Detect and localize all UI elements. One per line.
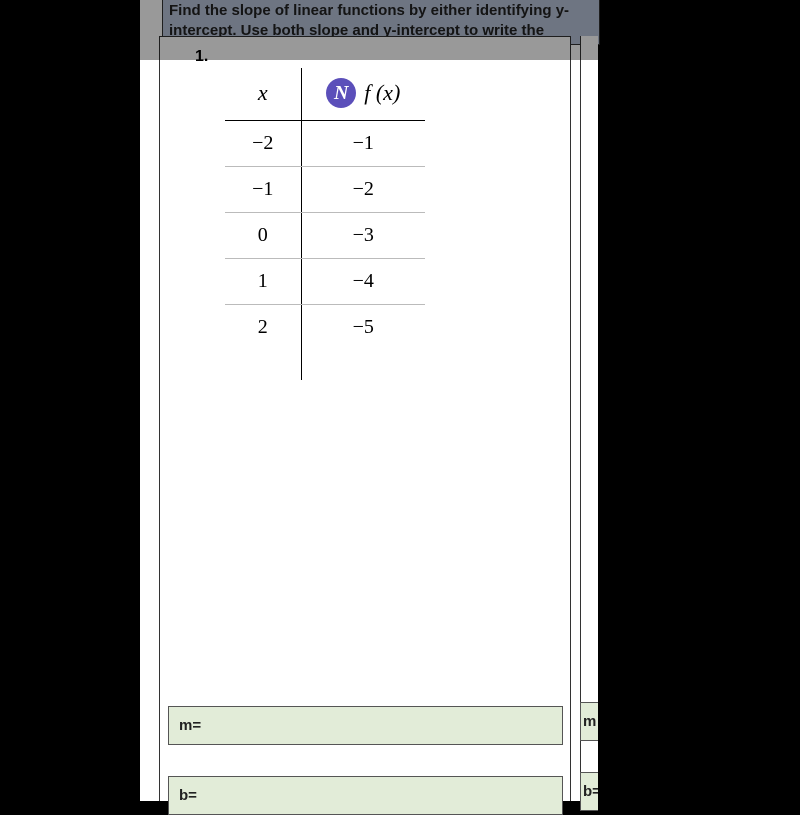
fx-label: f (x) <box>364 80 400 106</box>
slope-answer-box[interactable]: m= <box>168 706 563 745</box>
function-table: x N f (x) −2 −1 −1 −2 0 −3 <box>225 68 425 350</box>
cell-fx: −3 <box>301 213 425 259</box>
table-row: 0 −3 <box>225 213 425 259</box>
table-row: 1 −4 <box>225 259 425 305</box>
cell-x: 0 <box>225 213 301 259</box>
cell-fx: −4 <box>301 259 425 305</box>
nagwa-icon: N <box>326 78 356 108</box>
table-header-fx: N f (x) <box>301 68 425 121</box>
cell-x: −1 <box>225 167 301 213</box>
intercept-answer-box[interactable]: b= <box>168 776 563 815</box>
adjacent-problem-cell <box>580 36 598 801</box>
cell-x: −2 <box>225 121 301 167</box>
cell-x: 2 <box>225 305 301 351</box>
cell-fx: −5 <box>301 305 425 351</box>
cell-fx: −2 <box>301 167 425 213</box>
table-header-x: x <box>225 68 301 121</box>
table-row: 2 −5 <box>225 305 425 351</box>
cell-fx: −1 <box>301 121 425 167</box>
adjacent-intercept-box[interactable]: b= <box>580 772 598 811</box>
table-row: −1 −2 <box>225 167 425 213</box>
adjacent-slope-box[interactable]: m <box>580 702 598 741</box>
table-row: −2 −1 <box>225 121 425 167</box>
cell-x: 1 <box>225 259 301 305</box>
problem-number: 1. <box>195 48 208 66</box>
